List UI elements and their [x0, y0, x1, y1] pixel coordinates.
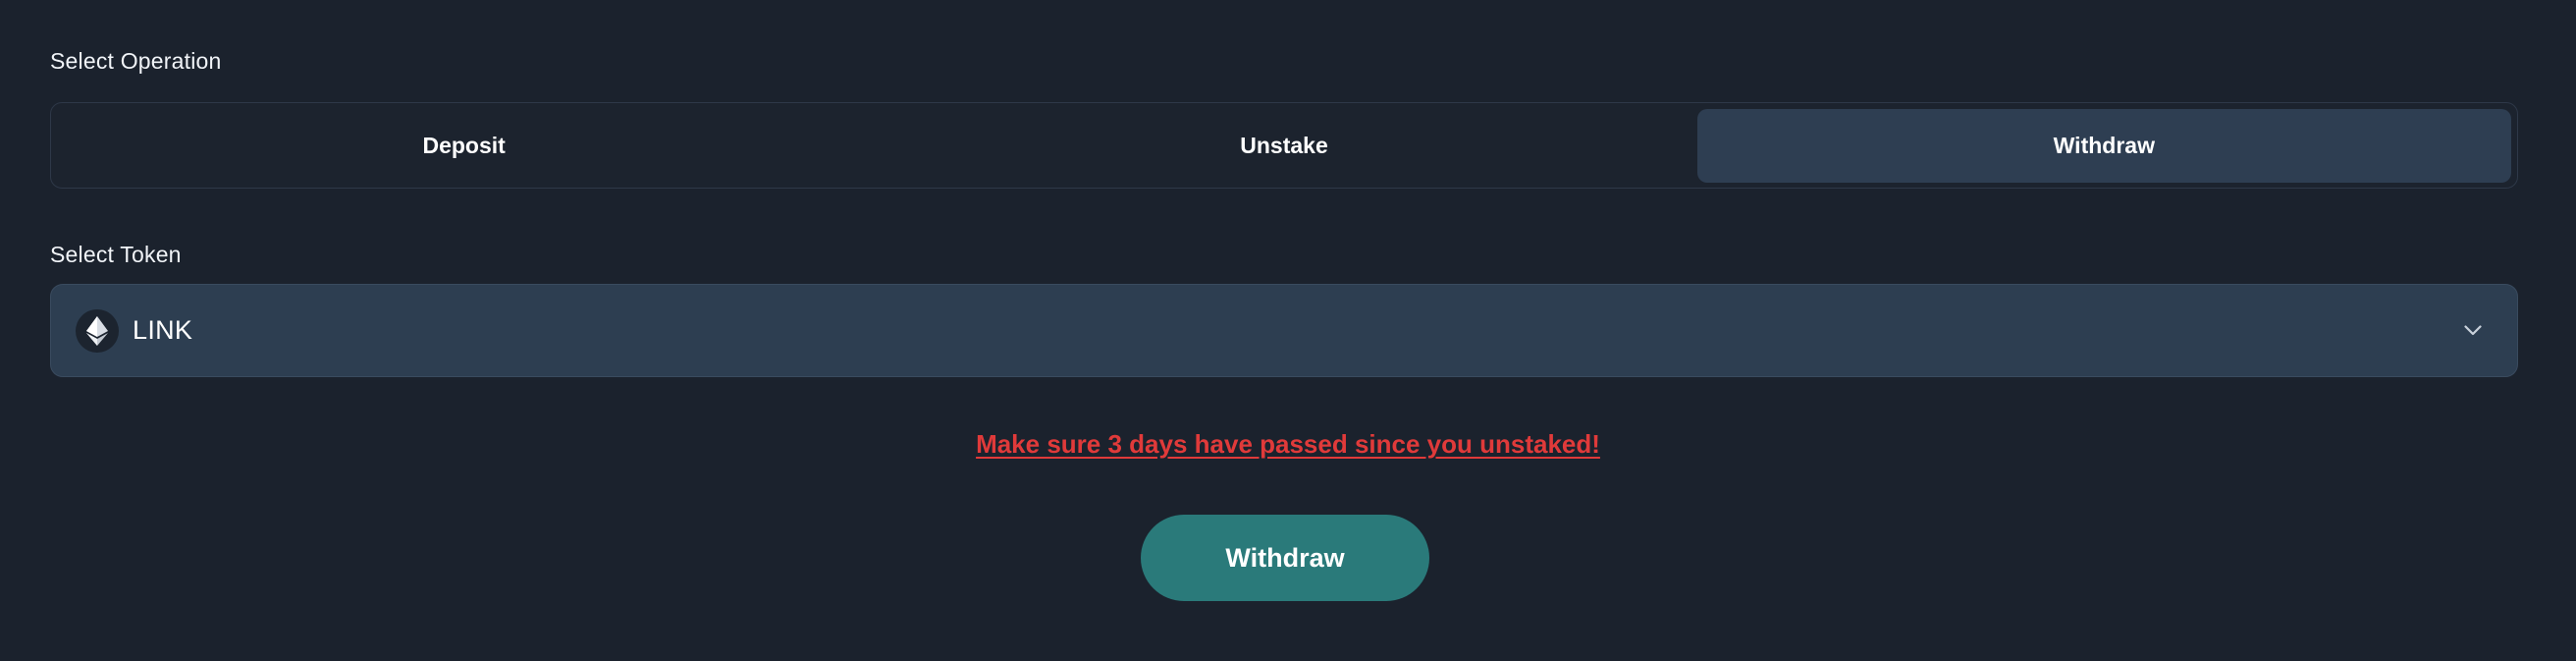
select-operation-label: Select Operation [50, 48, 222, 74]
selected-token: LINK [133, 315, 193, 345]
unstake-warning-link[interactable]: Make sure 3 days have passed since you u… [0, 429, 2576, 460]
withdraw-button[interactable]: Withdraw [1141, 515, 1429, 601]
select-token-label: Select Token [50, 242, 182, 267]
chevron-down-icon [2462, 320, 2484, 342]
token-select[interactable]: LINK [50, 284, 2518, 377]
tab-deposit[interactable]: Deposit [57, 109, 871, 183]
operation-selector: Deposit Unstake Withdraw [50, 102, 2518, 189]
tab-withdraw[interactable]: Withdraw [1696, 108, 2511, 183]
tab-unstake[interactable]: Unstake [877, 109, 1690, 183]
ethereum-icon [76, 308, 119, 353]
